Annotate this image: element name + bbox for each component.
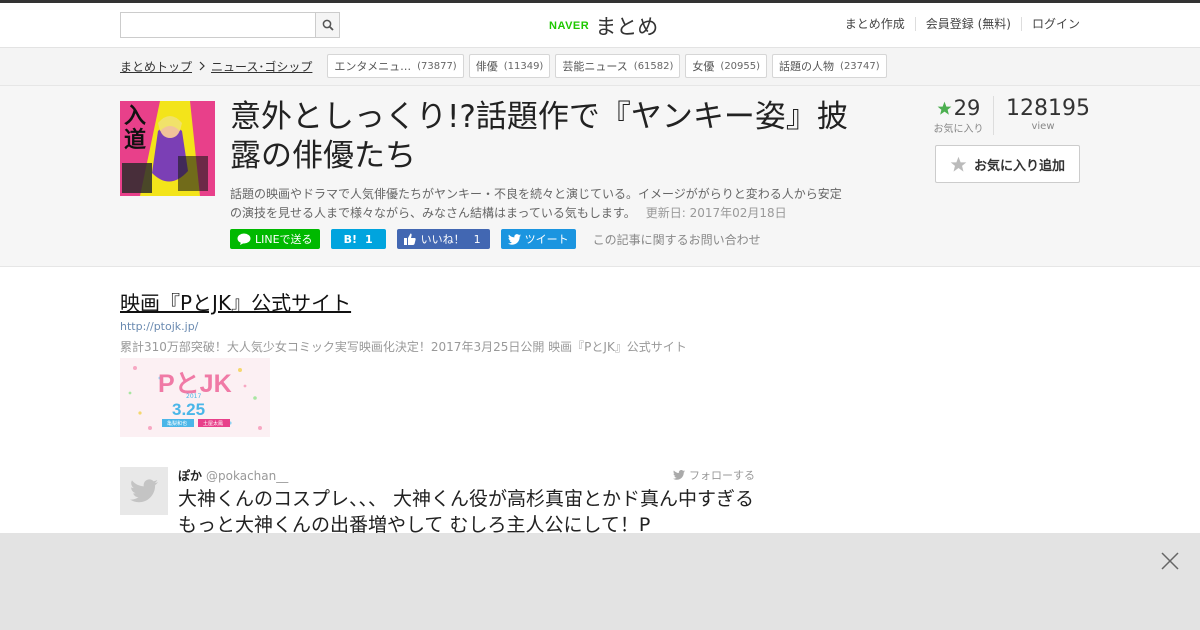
tag-item[interactable]: 話題の人物 (23747) [772, 54, 887, 78]
tag-item[interactable]: 女優 (20955) [685, 54, 768, 78]
tweet-author-handle: @pokachan__ [206, 469, 289, 483]
add-favorite-button[interactable]: お気に入り追加 [935, 145, 1080, 183]
logo-matome: まとめ [595, 15, 659, 39]
star-icon [937, 101, 951, 115]
line-icon [237, 233, 251, 245]
link-card-title[interactable]: 映画『PとJK』公式サイト [120, 291, 760, 315]
close-button[interactable] [1160, 551, 1180, 571]
tweet-button[interactable]: ツイート [500, 229, 576, 249]
close-icon [1161, 552, 1179, 570]
search-icon [322, 19, 334, 31]
tweet-author-name: ぽか [178, 469, 203, 483]
register-link[interactable]: 会員登録 (無料) [914, 17, 1021, 31]
twitter-bird-icon [130, 479, 158, 503]
facebook-like-label: いいね！ [420, 233, 465, 246]
tag-count: (11349) [503, 60, 544, 72]
tag-count: (61582) [633, 60, 674, 72]
tag-label: 話題の人物 [779, 60, 835, 73]
article-thumbnail: 入道 [120, 101, 215, 196]
star-outline-icon [950, 156, 967, 172]
breadcrumb-bar: まとめトップ ニュース･ゴシップ エンタメニュ… (73877) 俳優 (113… [0, 48, 1200, 86]
line-share-label: LINEで送る [255, 233, 313, 246]
view-label: view [1031, 121, 1055, 132]
avatar[interactable] [120, 467, 168, 515]
logo-naver: NAVER [549, 20, 590, 32]
thumbnail-text: 入道 [124, 104, 147, 153]
tag-label: 芸能ニュース [562, 60, 628, 73]
tag-label: エンタメニュ… [334, 60, 412, 73]
title-block: 意外としっくり!?話題作で『ヤンキー姿』披露の俳優たち 話題の映画やドラマで人気… [230, 98, 850, 223]
hatena-icon: B! [343, 232, 357, 246]
tag-label: 女優 [692, 60, 715, 73]
link-card-image[interactable]: PとJK 2017 3.25 亀梨和也 土屋太鳳 [120, 358, 270, 437]
tweet-author[interactable]: ぽか @pokachan__ [178, 467, 288, 484]
follow-label: フォローする [689, 469, 755, 482]
search-input[interactable] [120, 12, 315, 38]
login-link[interactable]: ログイン [1020, 17, 1080, 31]
chevron-right-icon [199, 61, 205, 71]
link-card-url[interactable]: http://ptojk.jp/ [120, 320, 760, 333]
search-box [120, 12, 340, 38]
tag-list: エンタメニュ… (73877) 俳優 (11349) 芸能ニュース (61582… [327, 54, 891, 78]
inquiry-link[interactable]: この記事に関するお問い合わせ [593, 231, 761, 248]
hatena-count: 1 [364, 232, 373, 246]
tweet-label: ツイート [524, 233, 569, 246]
view-stat: 128195 view [994, 96, 1090, 135]
movie-date: 3.25 [172, 400, 206, 419]
article-description: 話題の映画やドラマで人気俳優たちがヤンキー・不良を続々と演じている。イメージがが… [230, 185, 845, 223]
breadcrumb-top[interactable]: まとめトップ [120, 58, 192, 75]
favorites-count: 29 [953, 96, 981, 120]
bottom-ad-banner [0, 533, 1200, 630]
tag-count: (20955) [720, 60, 761, 72]
create-matome-link[interactable]: まとめ作成 [835, 17, 915, 31]
line-share-button[interactable]: LINEで送る [230, 229, 320, 249]
favorites-label: お気に入り [933, 124, 984, 135]
facebook-like-count: 1 [473, 232, 481, 246]
tag-count: (73877) [417, 60, 457, 72]
twitter-bird-icon [507, 233, 521, 245]
tag-count: (23747) [840, 60, 880, 72]
link-card: 映画『PとJK』公式サイト http://ptojk.jp/ 累計310万部突破… [120, 291, 760, 437]
twitter-bird-icon [673, 470, 685, 480]
article-stats: 29 お気に入り 128195 view [928, 96, 1090, 135]
follow-button[interactable]: フォローする [673, 467, 755, 483]
movie-year: 2017 [186, 393, 202, 400]
search-button[interactable] [315, 12, 340, 38]
article-header: 入道 意外としっくり!?話題作で『ヤンキー姿』披露の俳優たち 話題の映画やドラマ… [0, 86, 1200, 267]
tweet-text: 大神くんのコスプレ、、、 大神くん役が高杉真宙とかド真ん中すぎる もっと大神くん… [178, 488, 755, 536]
favorites-count-wrap: 29 [928, 96, 989, 120]
page-title: 意外としっくり!?話題作で『ヤンキー姿』披露の俳優たち [230, 99, 848, 174]
favorites-stat: 29 お気に入り [928, 96, 994, 135]
movie-sub-1: 亀梨和也 [167, 421, 188, 427]
header-nav: まとめ作成 会員登録 (無料) ログイン [835, 17, 1080, 31]
link-card-description: 累計310万部突破！大人気少女コミック実写映画化決定！2017年3月25日公開 … [120, 340, 687, 354]
tag-item[interactable]: 俳優 (11349) [468, 54, 551, 78]
site-header: NAVER まとめ まとめ作成 会員登録 (無料) ログイン [0, 3, 1200, 48]
add-favorite-label: お気に入り追加 [973, 158, 1065, 174]
tag-item[interactable]: 芸能ニュース (61582) [555, 54, 681, 78]
thumbs-up-icon [403, 233, 416, 245]
hatena-bookmark-button[interactable]: B! 1 [330, 229, 386, 249]
share-bar: LINEで送る B! 1 いいね！ 1 ツイート この記事に関するお問い合わせ [230, 229, 761, 249]
view-count: 128195 [1006, 96, 1090, 121]
breadcrumb-category[interactable]: ニュース･ゴシップ [211, 58, 312, 75]
site-logo[interactable]: NAVER まとめ [549, 11, 658, 41]
movie-sub-2: 土屋太鳳 [203, 421, 224, 427]
tag-item[interactable]: エンタメニュ… (73877) [327, 54, 464, 78]
updated-date: 更新日: 2017年02月18日 [645, 206, 787, 220]
breadcrumb: まとめトップ ニュース･ゴシップ エンタメニュ… (73877) 俳優 (113… [120, 54, 892, 78]
tag-label: 俳優 [475, 60, 498, 73]
facebook-like-button[interactable]: いいね！ 1 [396, 229, 490, 249]
